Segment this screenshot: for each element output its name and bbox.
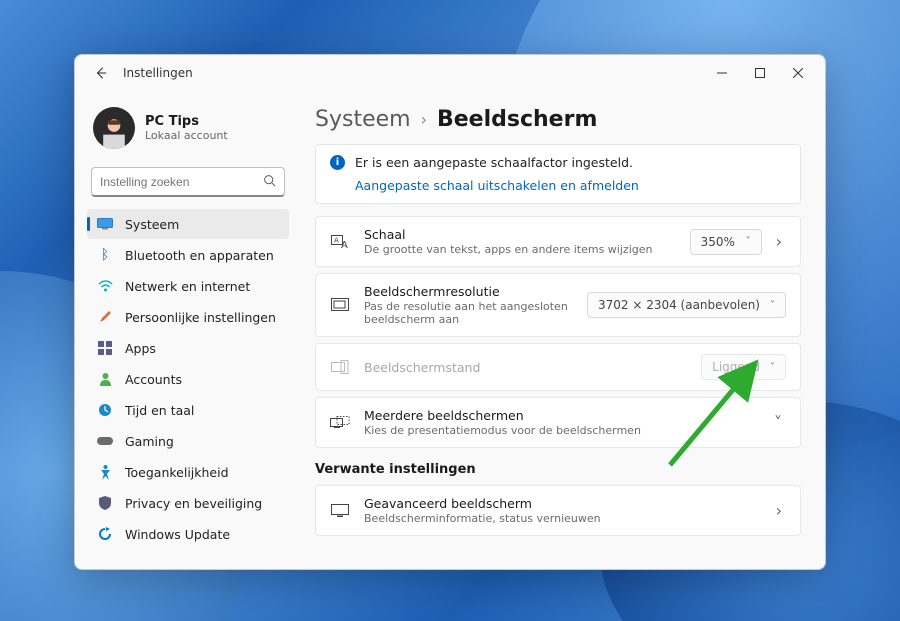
nav-label: Systeem bbox=[125, 217, 179, 232]
related-section-label: Verwante instellingen bbox=[315, 462, 801, 477]
nav-label: Tijd en taal bbox=[125, 403, 194, 418]
chevron-down-icon: ˅ bbox=[770, 362, 775, 373]
breadcrumb-parent[interactable]: Systeem bbox=[315, 107, 411, 132]
chevron-right-icon[interactable]: › bbox=[772, 497, 786, 524]
search-input[interactable] bbox=[100, 175, 263, 189]
clock-icon bbox=[97, 402, 113, 418]
scale-dropdown[interactable]: 350% ˅ bbox=[690, 229, 762, 255]
sidebar-item-system[interactable]: Systeem bbox=[87, 209, 289, 239]
card-subtitle: Pas de resolutie aan het aangesloten bee… bbox=[364, 300, 573, 326]
maximize-button[interactable] bbox=[741, 59, 779, 87]
search-box[interactable] bbox=[91, 167, 285, 197]
chevron-right-icon: › bbox=[421, 110, 427, 129]
sidebar-item-accounts[interactable]: Accounts bbox=[87, 364, 289, 394]
orientation-dropdown: Liggend ˅ bbox=[701, 354, 786, 380]
breadcrumb: Systeem › Beeldscherm bbox=[307, 101, 801, 142]
resolution-icon bbox=[330, 298, 350, 312]
user-profile[interactable]: PC Tips Lokaal account bbox=[87, 99, 289, 163]
multiple-displays-card[interactable]: Meerdere beeldschermen Kies de presentat… bbox=[315, 397, 801, 448]
resolution-dropdown[interactable]: 3702 × 2304 (aanbevolen) ˅ bbox=[587, 292, 786, 318]
bluetooth-icon: ᛒ bbox=[97, 247, 113, 263]
back-button[interactable] bbox=[89, 61, 113, 85]
svg-text:A: A bbox=[334, 236, 339, 244]
nav-list: Systeem ᛒ Bluetooth en apparaten Netwerk… bbox=[87, 209, 289, 549]
main-content: Systeem › Beeldscherm i Er is een aangep… bbox=[297, 91, 825, 569]
orientation-icon bbox=[330, 360, 350, 374]
person-icon bbox=[97, 371, 113, 387]
nav-label: Accounts bbox=[125, 372, 182, 387]
search-icon bbox=[263, 172, 276, 191]
disable-scale-link[interactable]: Aangepaste schaal uitschakelen en afmeld… bbox=[355, 178, 786, 193]
profile-name: PC Tips bbox=[145, 114, 228, 129]
orientation-card: Beeldschermstand Liggend ˅ bbox=[315, 343, 801, 391]
nav-label: Persoonlijke instellingen bbox=[125, 310, 276, 325]
breadcrumb-current: Beeldscherm bbox=[437, 107, 597, 132]
wifi-icon bbox=[97, 278, 113, 294]
apps-icon bbox=[97, 340, 113, 356]
minimize-button[interactable] bbox=[703, 59, 741, 87]
sidebar-item-time-language[interactable]: Tijd en taal bbox=[87, 395, 289, 425]
resolution-card[interactable]: Beeldschermresolutie Pas de resolutie aa… bbox=[315, 273, 801, 337]
settings-window: Instellingen PC Tips Lokaal account bbox=[74, 54, 826, 570]
sidebar-item-personalization[interactable]: Persoonlijke instellingen bbox=[87, 302, 289, 332]
info-icon: i bbox=[330, 155, 345, 170]
nav-label: Windows Update bbox=[125, 527, 230, 542]
svg-text:A: A bbox=[341, 240, 348, 249]
nav-label: Bluetooth en apparaten bbox=[125, 248, 274, 263]
maximize-icon bbox=[755, 68, 765, 78]
update-icon bbox=[97, 526, 113, 542]
shield-icon bbox=[97, 495, 113, 511]
advanced-display-card[interactable]: Geavanceerd beeldscherm Beeldscherminfor… bbox=[315, 485, 801, 536]
close-button[interactable] bbox=[779, 59, 817, 87]
sidebar-item-network[interactable]: Netwerk en internet bbox=[87, 271, 289, 301]
notice-text: Er is een aangepaste schaalfactor ingest… bbox=[355, 155, 633, 170]
chevron-down-icon[interactable]: ˅ bbox=[770, 409, 786, 436]
scale-notice: i Er is een aangepaste schaalfactor inge… bbox=[315, 144, 801, 204]
titlebar: Instellingen bbox=[75, 55, 825, 91]
scale-icon: AA bbox=[330, 235, 350, 249]
card-title: Meerdere beeldschermen bbox=[364, 408, 756, 423]
nav-label: Privacy en beveiliging bbox=[125, 496, 262, 511]
card-subtitle: Beeldscherminformatie, status vernieuwen bbox=[364, 512, 758, 525]
card-title: Beeldschermresolutie bbox=[364, 284, 573, 299]
sidebar-item-accessibility[interactable]: Toegankelijkheid bbox=[87, 457, 289, 487]
sidebar-item-privacy[interactable]: Privacy en beveiliging bbox=[87, 488, 289, 518]
chevron-down-icon: ˅ bbox=[770, 300, 775, 311]
multiple-displays-icon bbox=[330, 416, 350, 430]
monitor-icon bbox=[97, 216, 113, 232]
chevron-down-icon: ˅ bbox=[746, 236, 751, 247]
nav-label: Toegankelijkheid bbox=[125, 465, 229, 480]
sidebar-item-bluetooth[interactable]: ᛒ Bluetooth en apparaten bbox=[87, 240, 289, 270]
sidebar-item-windows-update[interactable]: Windows Update bbox=[87, 519, 289, 549]
accessibility-icon bbox=[97, 464, 113, 480]
card-title: Schaal bbox=[364, 227, 676, 242]
window-controls bbox=[703, 59, 817, 87]
brush-icon bbox=[97, 309, 113, 325]
arrow-left-icon bbox=[94, 66, 108, 80]
nav-label: Gaming bbox=[125, 434, 174, 449]
nav-label: Apps bbox=[125, 341, 156, 356]
sidebar-item-apps[interactable]: Apps bbox=[87, 333, 289, 363]
card-title: Beeldschermstand bbox=[364, 360, 687, 375]
scale-card[interactable]: AA Schaal De grootte van tekst, apps en … bbox=[315, 216, 801, 267]
card-title: Geavanceerd beeldscherm bbox=[364, 496, 758, 511]
avatar bbox=[93, 107, 135, 149]
monitor-icon bbox=[330, 504, 350, 518]
sidebar: PC Tips Lokaal account Systeem ᛒ Bluetoo… bbox=[75, 91, 297, 569]
card-subtitle: De grootte van tekst, apps en andere ite… bbox=[364, 243, 676, 256]
profile-subtitle: Lokaal account bbox=[145, 129, 228, 142]
minimize-icon bbox=[717, 68, 727, 78]
window-title: Instellingen bbox=[123, 66, 193, 80]
close-icon bbox=[793, 68, 803, 78]
card-subtitle: Kies de presentatiemodus voor de beeldsc… bbox=[364, 424, 756, 437]
gamepad-icon bbox=[97, 433, 113, 449]
chevron-right-icon[interactable]: › bbox=[772, 228, 786, 255]
sidebar-item-gaming[interactable]: Gaming bbox=[87, 426, 289, 456]
nav-label: Netwerk en internet bbox=[125, 279, 250, 294]
